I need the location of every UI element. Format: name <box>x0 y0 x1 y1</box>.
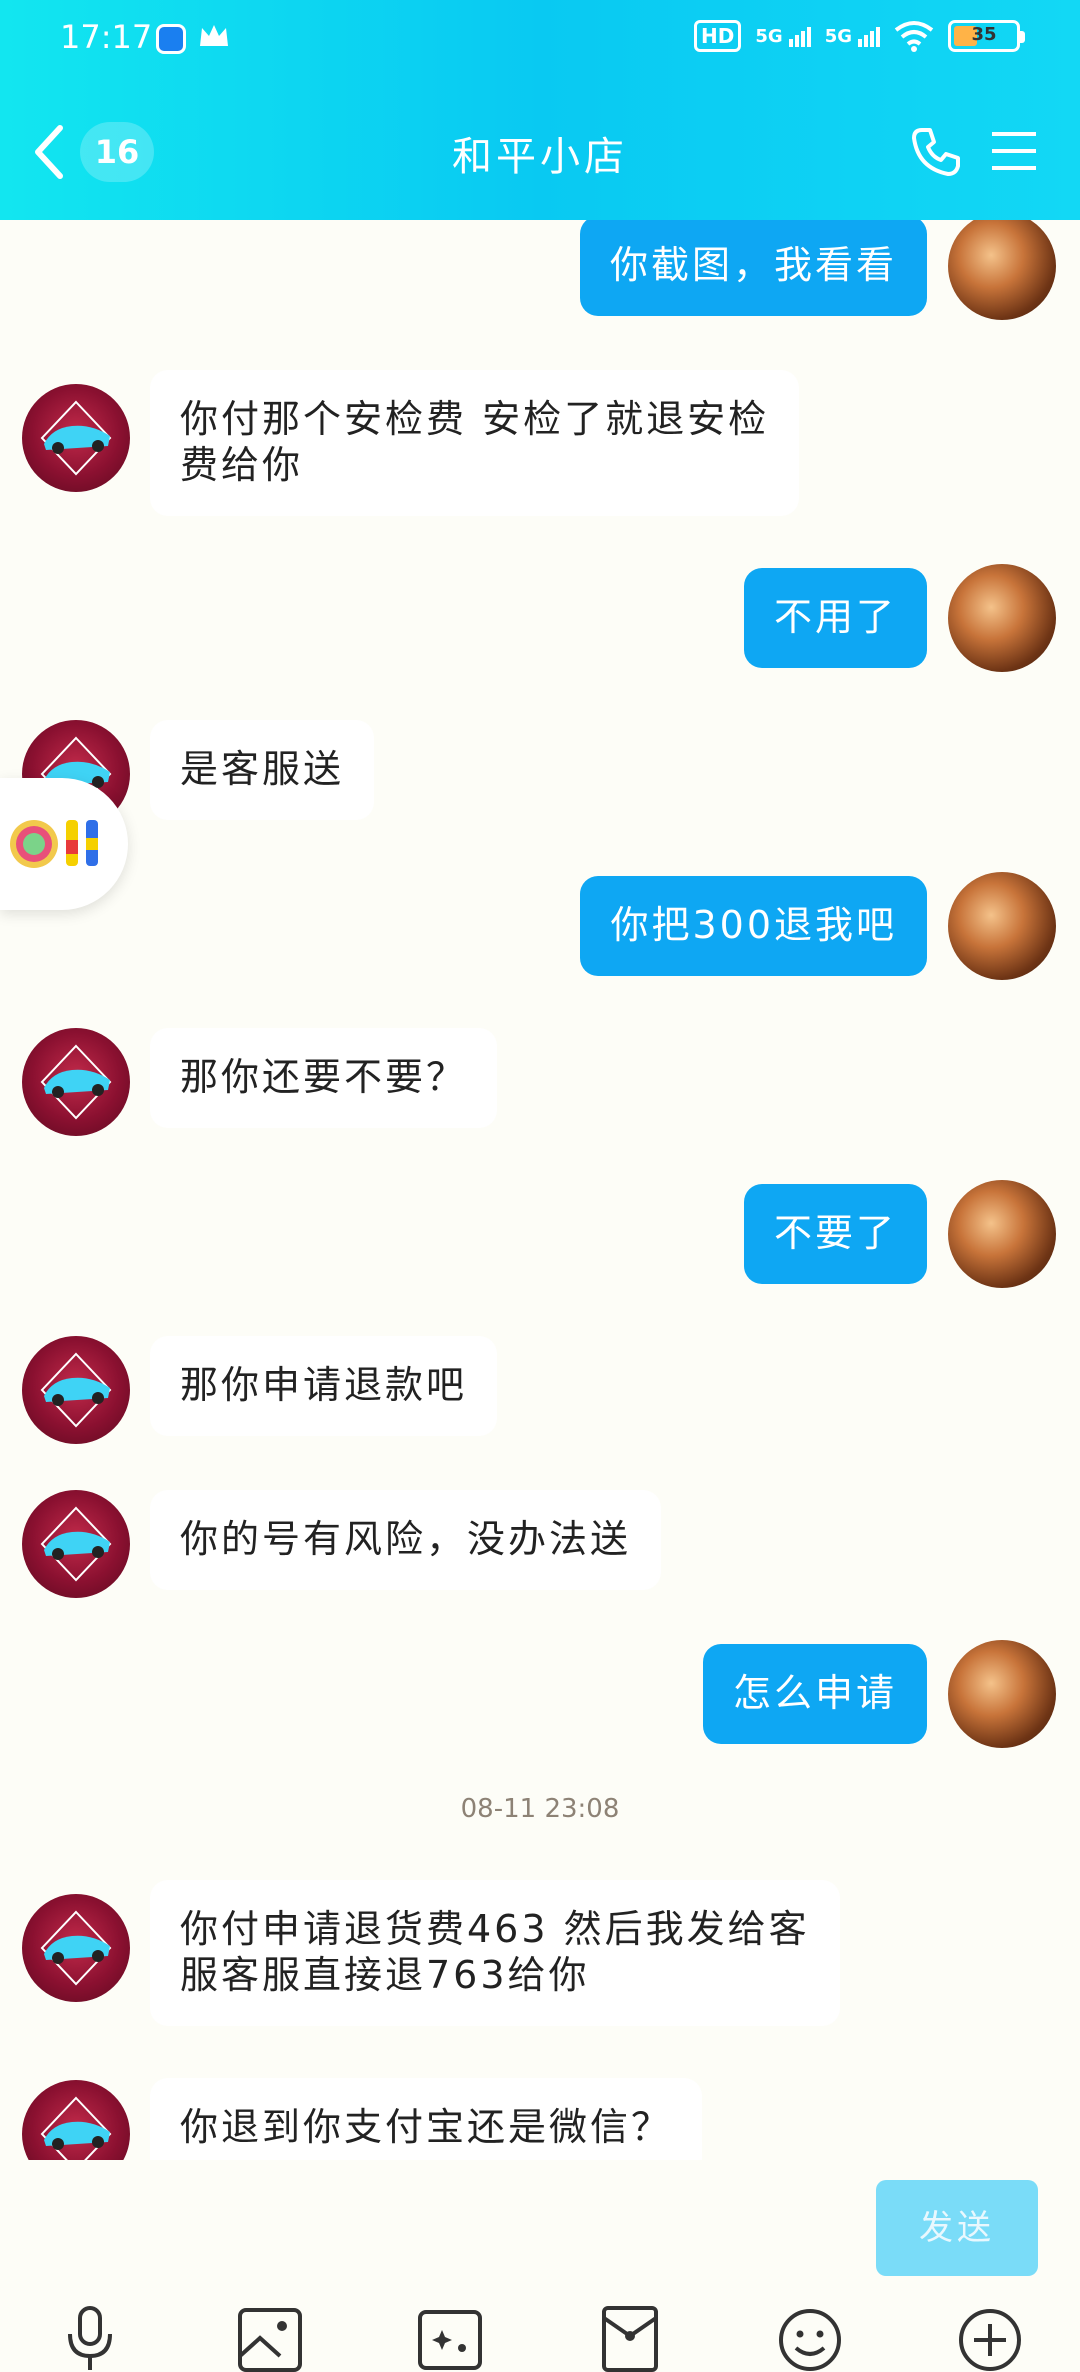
message-input[interactable] <box>40 2180 860 2276</box>
camera-icon[interactable] <box>416 2304 484 2372</box>
message-bubble-peer[interactable]: 你付申请退货费463 然后我发给客 服客服直接退763给你 <box>150 1880 840 2026</box>
peer-avatar[interactable] <box>22 1894 130 2002</box>
message-list[interactable]: 你截图，我看看 你付那个安检费 安检了就退安检 费给你 不用了 是客服送 你把3… <box>0 220 1080 2160</box>
network-type-2: 5G <box>824 25 852 47</box>
input-bar: 发送 <box>0 2160 1080 2372</box>
status-indicators: HD 5G 5G 35 <box>694 20 1025 52</box>
self-avatar[interactable] <box>948 564 1056 672</box>
message-bubble-peer[interactable]: 是客服送 <box>150 720 375 820</box>
car-icon <box>40 2096 112 2160</box>
wifi-icon <box>894 21 934 52</box>
message-bubble-peer[interactable]: 你付那个安检费 安检了就退安检 费给你 <box>150 370 800 516</box>
self-avatar[interactable] <box>948 872 1056 980</box>
floating-game-widget[interactable] <box>0 778 128 910</box>
plus-icon[interactable] <box>956 2304 1024 2372</box>
battery-level: 35 <box>971 24 997 45</box>
car-icon <box>40 1910 112 1986</box>
self-avatar[interactable] <box>948 1180 1056 1288</box>
message-bubble-peer[interactable]: 那你申请退款吧 <box>150 1336 498 1436</box>
peer-avatar[interactable] <box>22 2080 130 2160</box>
car-icon <box>40 1352 112 1428</box>
message-bubble-peer[interactable]: 你的号有风险，没办法送 <box>150 1490 662 1590</box>
status-bar: 17:17 HD 5G 5G 35 <box>0 0 1080 80</box>
self-avatar[interactable] <box>948 220 1056 320</box>
peer-avatar[interactable] <box>22 1490 130 1598</box>
send-button[interactable]: 发送 <box>876 2180 1038 2276</box>
message-timestamp: 08-11 23:08 <box>460 1794 620 1824</box>
message-bubble-self[interactable]: 不要了 <box>743 1184 927 1284</box>
battery-icon: 35 <box>948 20 1025 52</box>
peer-avatar[interactable] <box>22 1336 130 1444</box>
car-icon <box>40 1044 112 1120</box>
emoji-icon[interactable] <box>776 2304 844 2372</box>
signal-icon-2: 5G <box>825 26 880 47</box>
phone-call-icon[interactable] <box>908 124 964 180</box>
game-widget-icon <box>10 820 98 868</box>
chat-header: 17:17 HD 5G 5G 35 16 和平小店 <box>0 0 1080 220</box>
image-icon[interactable] <box>236 2304 304 2372</box>
self-avatar[interactable] <box>948 1640 1056 1748</box>
signal-icon-1: 5G <box>755 25 811 47</box>
peer-avatar[interactable] <box>22 1028 130 1136</box>
car-icon <box>40 1506 112 1582</box>
microphone-icon[interactable] <box>56 2304 124 2372</box>
message-bubble-self[interactable]: 你把300退我吧 <box>580 876 927 976</box>
nav-bar: 16 和平小店 <box>0 80 1080 220</box>
notification-app-icon <box>156 24 186 54</box>
menu-icon[interactable] <box>990 128 1038 174</box>
hd-voice-icon: HD <box>694 20 742 52</box>
input-toolbar <box>0 2304 1080 2372</box>
status-time: 17:17 <box>60 18 153 56</box>
network-type-1: 5G <box>755 25 783 47</box>
red-packet-icon[interactable] <box>596 2304 664 2372</box>
crown-icon <box>200 25 228 46</box>
message-bubble-peer[interactable]: 你退到你支付宝还是微信？ <box>150 2078 703 2160</box>
message-bubble-peer[interactable]: 那你还要不要？ <box>150 1028 498 1128</box>
message-bubble-self[interactable]: 不用了 <box>743 568 927 668</box>
car-icon <box>40 400 112 476</box>
peer-avatar[interactable] <box>22 384 130 492</box>
message-bubble-self[interactable]: 你截图，我看看 <box>579 220 927 316</box>
message-bubble-self[interactable]: 怎么申请 <box>702 1644 927 1744</box>
